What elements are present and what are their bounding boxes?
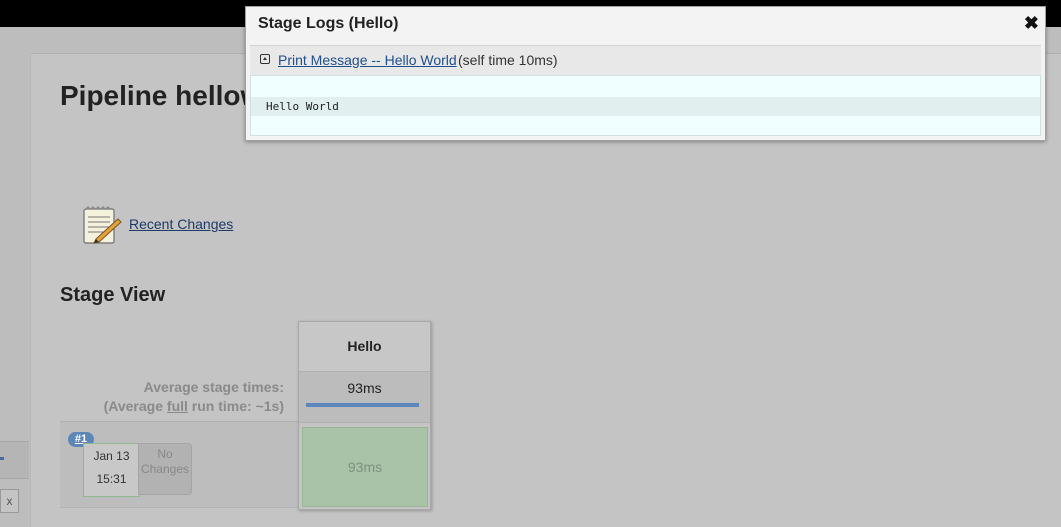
- stage-header: Hello: [299, 322, 430, 372]
- changes-line-2: Changes: [140, 462, 190, 476]
- stage-average: 93ms: [299, 372, 430, 423]
- sidebar-link-stub[interactable]: [0, 457, 4, 460]
- build-date: Jan 13: [93, 449, 130, 463]
- stage-average-bar: [306, 403, 419, 407]
- notepad-pencil-icon[interactable]: [80, 203, 122, 245]
- sidebar-close-button[interactable]: x: [0, 489, 19, 513]
- sidebar-panel: [0, 441, 29, 479]
- self-time: (self time 10ms): [458, 52, 558, 68]
- avg-full-word: full: [166, 398, 188, 414]
- stage-cell[interactable]: 93ms: [302, 427, 428, 507]
- build-time: 15:31: [96, 472, 127, 486]
- collapse-icon[interactable]: [260, 54, 270, 64]
- close-icon[interactable]: ✖: [1024, 13, 1039, 34]
- avg-stage-times-text: Average stage times:: [143, 379, 284, 395]
- log-output: Hello World: [250, 75, 1041, 136]
- avg-full-suffix: run time: ~1s): [187, 398, 284, 414]
- log-step-header[interactable]: Print Message -- Hello World (self time …: [250, 45, 1041, 75]
- page-title: Pipeline hellow: [60, 80, 263, 111]
- build-date-card[interactable]: Jan 13 15:31: [83, 443, 140, 497]
- recent-changes-link[interactable]: Recent Changes: [129, 216, 233, 232]
- step-link[interactable]: Print Message -- Hello World: [278, 52, 457, 68]
- changes-line-1: No: [157, 447, 173, 461]
- log-line: Hello World: [251, 97, 1040, 116]
- avg-full-run-text: (Average full run time: ~1s): [104, 397, 284, 416]
- build-changes-card[interactable]: No Changes: [138, 443, 192, 495]
- stage-column-hello: Hello 93ms 93ms: [298, 321, 431, 510]
- stage-logs-dialog: Stage Logs (Hello) ✖ Print Message -- He…: [245, 6, 1046, 141]
- average-times-label: Average stage times: (Average full run t…: [104, 378, 284, 416]
- stage-average-time: 93ms: [347, 380, 382, 396]
- avg-full-prefix: (Average: [103, 398, 167, 414]
- stage-view-title: Stage View: [60, 284, 166, 306]
- dialog-title: Stage Logs (Hello): [258, 15, 399, 32]
